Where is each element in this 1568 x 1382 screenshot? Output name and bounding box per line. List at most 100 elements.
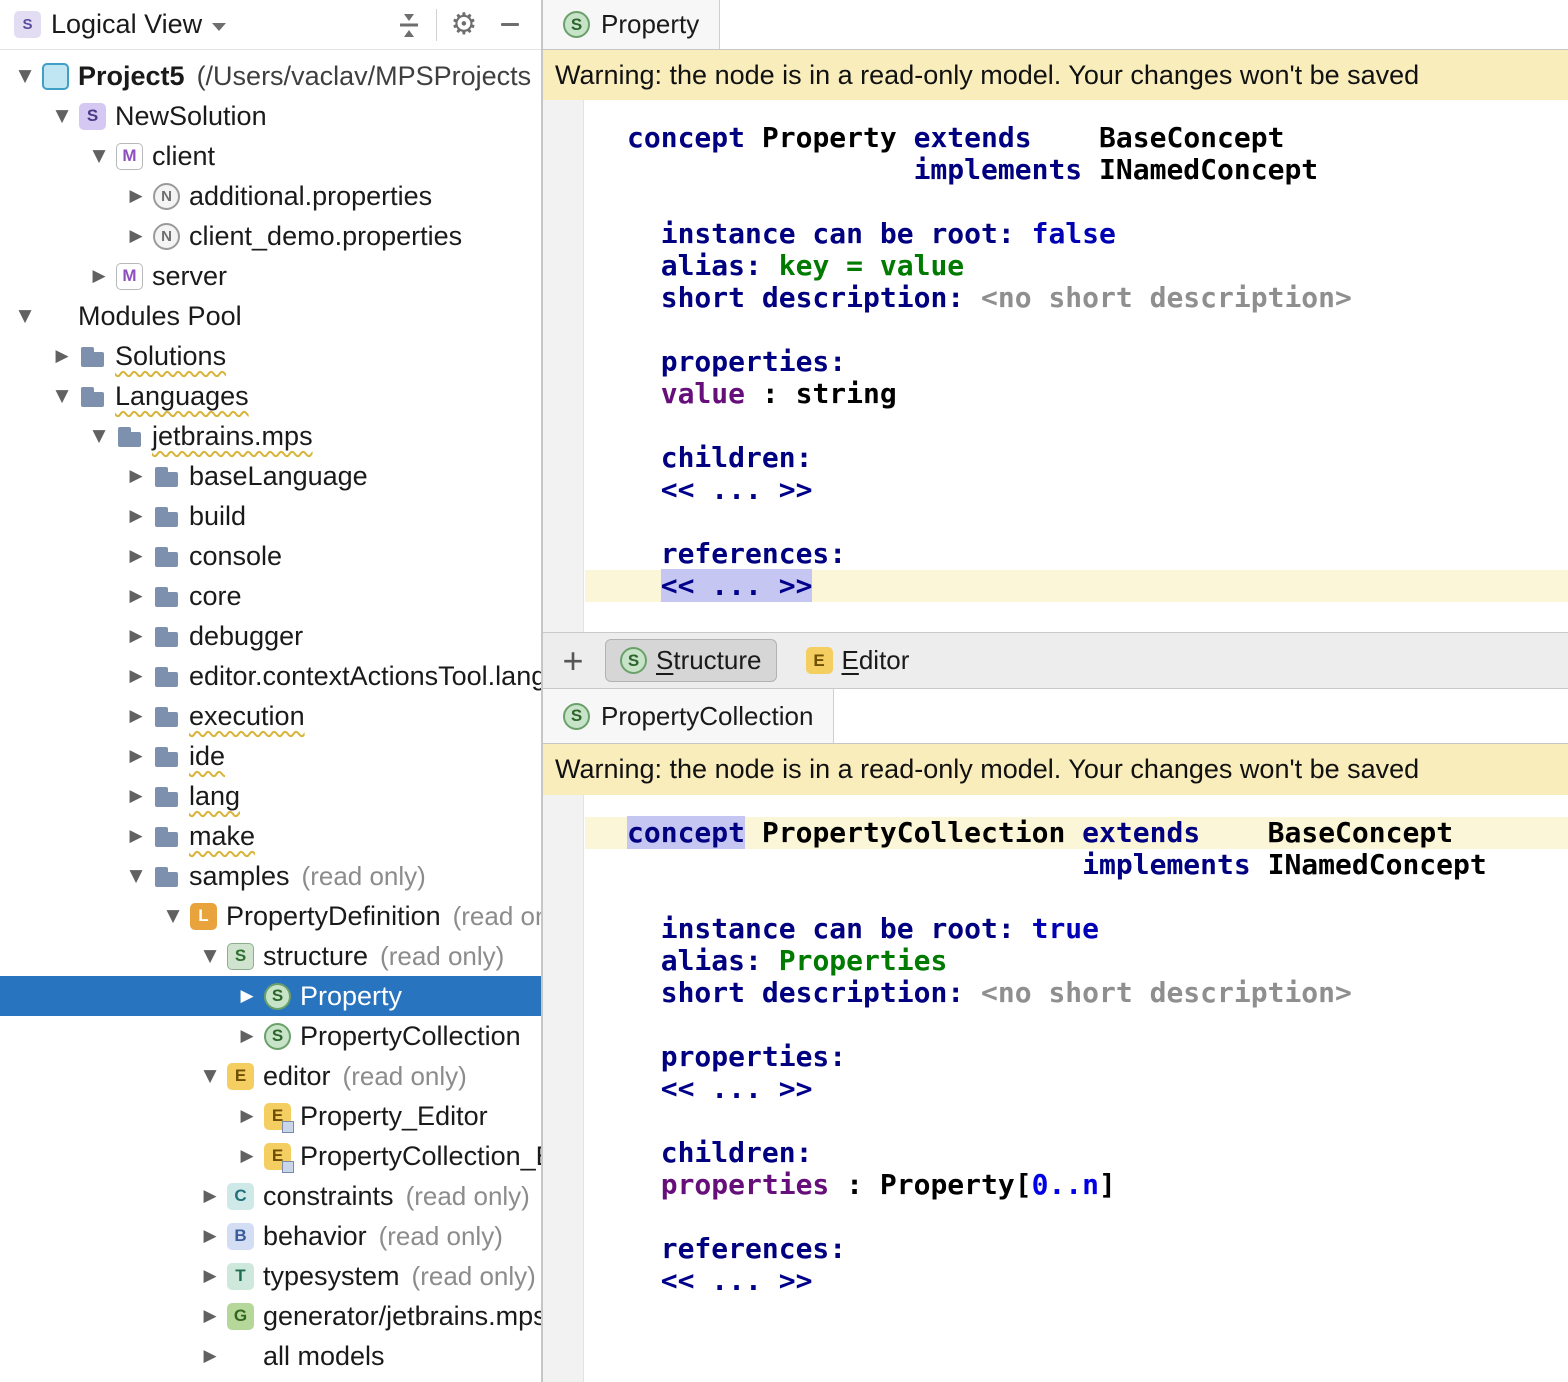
collapse-arrow-icon[interactable]: ▼ — [193, 948, 227, 965]
aspect-tab-structure[interactable]: SStructure — [605, 639, 777, 682]
code-line[interactable]: implements INamedConcept — [585, 154, 1568, 186]
tree-item-structure[interactable]: ▼Sstructure(read only) — [0, 936, 541, 976]
tree-item-propertycollection-editor[interactable]: ▶EPropertyCollection_Editor — [0, 1136, 541, 1176]
expand-arrow-icon[interactable]: ▶ — [230, 988, 264, 1005]
expand-arrow-icon[interactable]: ▶ — [193, 1228, 227, 1245]
expand-arrow-icon[interactable]: ▶ — [119, 548, 153, 565]
expand-arrow-icon[interactable]: ▶ — [82, 268, 116, 285]
tree-item-solutions[interactable]: ▶Solutions — [0, 336, 541, 376]
code-line[interactable] — [585, 1201, 1568, 1233]
code-line[interactable] — [585, 881, 1568, 913]
expand-arrow-icon[interactable]: ▶ — [193, 1308, 227, 1325]
code-line[interactable]: instance can be root: false — [585, 218, 1568, 250]
collapse-arrow-icon[interactable]: ▼ — [156, 908, 190, 925]
code-line[interactable]: << ... >> — [585, 474, 1568, 506]
expand-arrow-icon[interactable]: ▶ — [230, 1108, 264, 1125]
expand-arrow-icon[interactable]: ▶ — [119, 708, 153, 725]
expand-arrow-icon[interactable]: ▶ — [119, 788, 153, 805]
code-line[interactable]: << ... >> — [585, 1073, 1568, 1105]
expand-arrow-icon[interactable]: ▶ — [119, 468, 153, 485]
tree-item-generator-jetbrains-mps[interactable]: ▶Ggenerator/jetbrains.mps — [0, 1296, 541, 1336]
expand-arrow-icon[interactable]: ▶ — [119, 748, 153, 765]
tree-item-constraints[interactable]: ▶Cconstraints(read only) — [0, 1176, 541, 1216]
view-selector-label[interactable]: Logical View — [51, 9, 202, 40]
tree-item-languages[interactable]: ▼Languages — [0, 376, 541, 416]
tree-item-core[interactable]: ▶core — [0, 576, 541, 616]
code-line[interactable]: << ... >> — [585, 1265, 1568, 1297]
collapse-arrow-icon[interactable]: ▼ — [8, 68, 42, 85]
code-line[interactable]: alias: Properties — [585, 945, 1568, 977]
tree-item-client-demo-properties[interactable]: ▶Nclient_demo.properties — [0, 216, 541, 256]
collapse-arrow-icon[interactable]: ▼ — [45, 388, 79, 405]
code-line[interactable]: short description: <no short description… — [585, 282, 1568, 314]
tree-item-execution[interactable]: ▶execution — [0, 696, 541, 736]
hide-panel-icon[interactable] — [487, 4, 533, 46]
tree-item-modules-pool[interactable]: ▼Modules Pool — [0, 296, 541, 336]
code-line[interactable] — [585, 1009, 1568, 1041]
tree-item-make[interactable]: ▶make — [0, 816, 541, 856]
tree-item-samples[interactable]: ▼samples(read only) — [0, 856, 541, 896]
tree-item-server[interactable]: ▶Mserver — [0, 256, 541, 296]
collapse-arrow-icon[interactable]: ▼ — [45, 108, 79, 125]
expand-arrow-icon[interactable]: ▶ — [230, 1028, 264, 1045]
tree-item-behavior[interactable]: ▶Bbehavior(read only) — [0, 1216, 541, 1256]
code-line[interactable]: children: — [585, 1137, 1568, 1169]
structure-editor-property[interactable]: concept Property extends BaseConcept imp… — [543, 100, 1568, 632]
code-line[interactable]: concept PropertyCollection extends BaseC… — [585, 817, 1568, 849]
tree-item-propertydefinition[interactable]: ▼LPropertyDefinition(read only) — [0, 896, 541, 936]
tree-item-lang[interactable]: ▶lang — [0, 776, 541, 816]
expand-arrow-icon[interactable]: ▶ — [193, 1188, 227, 1205]
tree-item-client[interactable]: ▼Mclient — [0, 136, 541, 176]
tree-item-property[interactable]: ▶SProperty — [0, 976, 541, 1016]
tree-item-editor[interactable]: ▼Eeditor(read only) — [0, 1056, 541, 1096]
structure-editor-propertycollection[interactable]: concept PropertyCollection extends BaseC… — [543, 795, 1568, 1382]
tree-item-jetbrains-mps[interactable]: ▼jetbrains.mps — [0, 416, 541, 456]
collapse-arrow-icon[interactable]: ▼ — [119, 868, 153, 885]
code-line[interactable]: short description: <no short description… — [585, 977, 1568, 1009]
code-line[interactable]: << ... >> — [585, 570, 1568, 602]
collapse-arrow-icon[interactable]: ▼ — [8, 308, 42, 325]
add-aspect-button[interactable]: + — [555, 643, 591, 679]
tree-item-newsolution[interactable]: ▼SNewSolution — [0, 96, 541, 136]
code-line[interactable]: properties: — [585, 1041, 1568, 1073]
code-line[interactable] — [585, 186, 1568, 218]
code-line[interactable]: references: — [585, 1233, 1568, 1265]
code-line[interactable] — [585, 506, 1568, 538]
code-line[interactable] — [585, 410, 1568, 442]
tree-item-all-models[interactable]: ▶all models — [0, 1336, 541, 1376]
expand-arrow-icon[interactable]: ▶ — [119, 188, 153, 205]
chevron-down-icon[interactable] — [212, 23, 226, 31]
code-line[interactable]: instance can be root: true — [585, 913, 1568, 945]
settings-gear-icon[interactable]: ⚙ — [441, 4, 487, 46]
code-line[interactable]: properties : Property[0..n] — [585, 1169, 1568, 1201]
expand-arrow-icon[interactable]: ▶ — [193, 1268, 227, 1285]
expand-arrow-icon[interactable]: ▶ — [119, 508, 153, 525]
collapse-arrow-icon[interactable]: ▼ — [193, 1068, 227, 1085]
aspect-tab-editor[interactable]: EEditor — [791, 639, 925, 682]
expand-arrow-icon[interactable]: ▶ — [230, 1148, 264, 1165]
code-line[interactable]: references: — [585, 538, 1568, 570]
code-line[interactable]: concept Property extends BaseConcept — [585, 122, 1568, 154]
tree-item-editor-contextactionstool-lang[interactable]: ▶editor.contextActionsTool.lang — [0, 656, 541, 696]
code-line[interactable]: alias: key = value — [585, 250, 1568, 282]
code-line[interactable]: value : string — [585, 378, 1568, 410]
editor-tab-property[interactable]: S Property — [543, 0, 720, 49]
expand-arrow-icon[interactable]: ▶ — [193, 1348, 227, 1365]
expand-arrow-icon[interactable]: ▶ — [45, 348, 79, 365]
tree-item-property-editor[interactable]: ▶EProperty_Editor — [0, 1096, 541, 1136]
tree-item-propertycollection[interactable]: ▶SPropertyCollection — [0, 1016, 541, 1056]
tree-item-typesystem[interactable]: ▶Ttypesystem(read only) — [0, 1256, 541, 1296]
expand-arrow-icon[interactable]: ▶ — [119, 628, 153, 645]
tree-item-ide[interactable]: ▶ide — [0, 736, 541, 776]
collapse-arrow-icon[interactable]: ▼ — [82, 148, 116, 165]
code-line[interactable] — [585, 1105, 1568, 1137]
collapse-arrow-icon[interactable]: ▼ — [82, 428, 116, 445]
expand-arrow-icon[interactable]: ▶ — [119, 228, 153, 245]
code-line[interactable]: implements INamedConcept — [585, 849, 1568, 881]
code-line[interactable]: properties: — [585, 346, 1568, 378]
expand-arrow-icon[interactable]: ▶ — [119, 588, 153, 605]
tree-item-baselanguage[interactable]: ▶baseLanguage — [0, 456, 541, 496]
tree-item-console[interactable]: ▶console — [0, 536, 541, 576]
code-line[interactable]: children: — [585, 442, 1568, 474]
tree-item-debugger[interactable]: ▶debugger — [0, 616, 541, 656]
